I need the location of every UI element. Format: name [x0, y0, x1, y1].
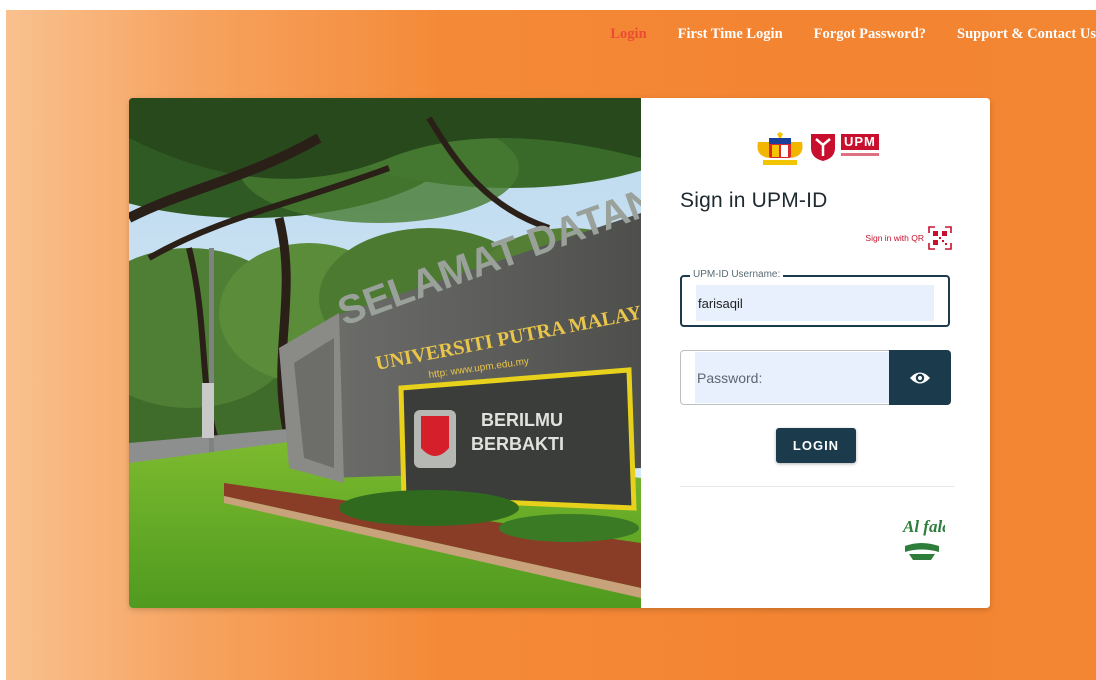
- toggle-password-visibility-button[interactable]: [889, 350, 951, 405]
- malaysia-coat-of-arms-logo: [757, 132, 803, 165]
- username-input[interactable]: [696, 285, 934, 321]
- al-falah-logo-text: Al falah: [902, 517, 945, 536]
- al-falah-logo: Al falah: [899, 512, 960, 567]
- divider: [680, 486, 954, 487]
- upm-wordmark-text: UPM: [841, 134, 879, 150]
- nav-forgot-password-link[interactable]: Forgot Password?: [814, 26, 926, 43]
- password-group: [680, 350, 951, 405]
- nav-login-link[interactable]: Login: [610, 26, 646, 43]
- qr-code-icon: [928, 226, 952, 250]
- top-navigation: Login First Time Login Forgot Password? …: [610, 24, 1096, 44]
- campus-entrance-photo: SELAMAT DATANG UNIVERSITI PUTRA MALAYSIA…: [129, 98, 641, 608]
- nav-first-time-login-link[interactable]: First Time Login: [678, 26, 783, 43]
- login-panel: UPM Sign in UPM-ID Sign in with QR UPM-I…: [641, 98, 990, 608]
- upm-crest-logo: [811, 134, 835, 161]
- upm-wordmark: UPM: [841, 132, 879, 156]
- sign-in-with-qr-link[interactable]: Sign in with QR: [865, 226, 952, 250]
- gate-motto-line1: BERILMU: [481, 410, 563, 430]
- nav-support-contact-link[interactable]: Support & Contact Us: [957, 26, 1096, 43]
- logo-group: UPM: [755, 132, 879, 168]
- username-field: UPM-ID Username:: [680, 269, 950, 327]
- login-card: SELAMAT DATANG UNIVERSITI PUTRA MALAYSIA…: [129, 98, 990, 608]
- password-field: [680, 350, 890, 405]
- qr-link-label: Sign in with QR: [865, 233, 924, 243]
- login-button[interactable]: LOGIN: [776, 428, 856, 463]
- password-input[interactable]: [695, 352, 889, 403]
- username-label: UPM-ID Username:: [690, 269, 784, 280]
- gate-motto-line2: BERBAKTI: [471, 434, 564, 454]
- eye-icon: [910, 372, 930, 383]
- page-title: Sign in UPM-ID: [680, 189, 828, 212]
